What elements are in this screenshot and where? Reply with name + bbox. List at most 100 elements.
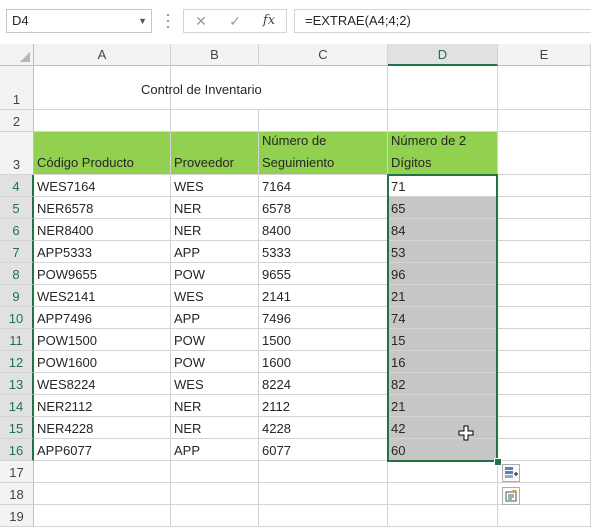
cell-codigo[interactable]: APP5333 [34, 241, 171, 263]
cell-codigo[interactable]: NER4228 [34, 417, 171, 439]
cell-seguimiento[interactable]: 8400 [259, 219, 388, 241]
cell-e[interactable] [498, 395, 591, 417]
cell-codigo[interactable]: NER6578 [34, 197, 171, 219]
cell-e1[interactable] [498, 66, 591, 110]
cell-proveedor[interactable]: WES [171, 373, 259, 395]
cell-e19[interactable] [498, 505, 591, 527]
cell-codigo[interactable]: POW9655 [34, 263, 171, 285]
row-header-8[interactable]: 8 [0, 263, 34, 285]
header-numero-seguimiento[interactable]: Número de Seguimiento [259, 132, 388, 175]
cell-d18[interactable] [388, 483, 498, 505]
cell-a18[interactable] [34, 483, 171, 505]
cell-seguimiento[interactable]: 8224 [259, 373, 388, 395]
cell-c17[interactable] [259, 461, 388, 483]
cell-a2[interactable] [34, 110, 171, 132]
cell-seguimiento[interactable]: 2141 [259, 285, 388, 307]
cell-e[interactable] [498, 329, 591, 351]
cell-b17[interactable] [171, 461, 259, 483]
cell-digitos[interactable]: 84 [388, 219, 498, 241]
row-header-12[interactable]: 12 [0, 351, 34, 373]
cell-e[interactable] [498, 285, 591, 307]
cell-codigo[interactable]: APP6077 [34, 439, 171, 461]
cell-digitos[interactable]: 53 [388, 241, 498, 263]
cancel-icon[interactable]: ✕ [186, 10, 216, 32]
cell-seguimiento[interactable]: 7164 [259, 175, 388, 197]
cell-seguimiento[interactable]: 9655 [259, 263, 388, 285]
cell-proveedor[interactable]: APP [171, 307, 259, 329]
cell-proveedor[interactable]: NER [171, 219, 259, 241]
row-header-10[interactable]: 10 [0, 307, 34, 329]
cell-c2[interactable] [259, 110, 388, 132]
row-header-19[interactable]: 19 [0, 505, 34, 527]
row-header-16[interactable]: 16 [0, 439, 34, 461]
row-header-17[interactable]: 17 [0, 461, 34, 483]
enter-icon[interactable]: ✓ [220, 10, 250, 32]
cell-seguimiento[interactable]: 2112 [259, 395, 388, 417]
cell-digitos[interactable]: 15 [388, 329, 498, 351]
function-icon[interactable]: fx [254, 10, 284, 32]
cell-codigo[interactable]: POW1600 [34, 351, 171, 373]
column-header-a[interactable]: A [34, 44, 171, 66]
header-numero-2-digitos[interactable]: Número de 2 Dígitos [388, 132, 498, 175]
cell-seguimiento[interactable]: 1500 [259, 329, 388, 351]
cell-proveedor[interactable]: POW [171, 329, 259, 351]
cell-e[interactable] [498, 373, 591, 395]
row-header-18[interactable]: 18 [0, 483, 34, 505]
cell-codigo[interactable]: POW1500 [34, 329, 171, 351]
name-box[interactable]: D4 ▼ [6, 9, 152, 33]
cell-codigo[interactable]: NER8400 [34, 219, 171, 241]
cell-digitos[interactable]: 65 [388, 197, 498, 219]
cell-digitos[interactable]: 82 [388, 373, 498, 395]
cell-e[interactable] [498, 241, 591, 263]
cell-seguimiento[interactable]: 4228 [259, 417, 388, 439]
cell-proveedor[interactable]: NER [171, 395, 259, 417]
cell-proveedor[interactable]: NER [171, 417, 259, 439]
row-header-5[interactable]: 5 [0, 197, 34, 219]
cell-seguimiento[interactable]: 1600 [259, 351, 388, 373]
cell-proveedor[interactable]: APP [171, 439, 259, 461]
cell-e[interactable] [498, 439, 591, 461]
cell-e3[interactable] [498, 132, 591, 175]
row-header-14[interactable]: 14 [0, 395, 34, 417]
row-header-3[interactable]: 3 [0, 132, 34, 175]
cell-e[interactable] [498, 175, 591, 197]
cell-digitos[interactable]: 71 [388, 175, 498, 197]
name-box-dropdown-icon[interactable]: ▼ [138, 10, 147, 32]
cell-a19[interactable] [34, 505, 171, 527]
cell-e[interactable] [498, 417, 591, 439]
row-header-11[interactable]: 11 [0, 329, 34, 351]
cell-c1[interactable] [259, 66, 388, 110]
cell-digitos[interactable]: 21 [388, 285, 498, 307]
cell-proveedor[interactable]: WES [171, 175, 259, 197]
formula-bar-grip[interactable] [166, 12, 170, 30]
cell-e[interactable] [498, 219, 591, 241]
column-header-d[interactable]: D [388, 44, 498, 66]
formula-input[interactable]: =EXTRAE(A4;4;2) [294, 9, 591, 33]
column-header-b[interactable]: B [171, 44, 259, 66]
cell-e[interactable] [498, 307, 591, 329]
cell-codigo[interactable]: APP7496 [34, 307, 171, 329]
cell-proveedor[interactable]: NER [171, 197, 259, 219]
row-header-13[interactable]: 13 [0, 373, 34, 395]
cell-e[interactable] [498, 197, 591, 219]
cell-codigo[interactable]: WES7164 [34, 175, 171, 197]
cell-b19[interactable] [171, 505, 259, 527]
cell-codigo[interactable]: WES8224 [34, 373, 171, 395]
cell-d1[interactable] [388, 66, 498, 110]
cell-digitos[interactable]: 74 [388, 307, 498, 329]
row-header-2[interactable]: 2 [0, 110, 34, 132]
cell-codigo[interactable]: NER2112 [34, 395, 171, 417]
row-header-4[interactable]: 4 [0, 175, 34, 197]
cell-seguimiento[interactable]: 6077 [259, 439, 388, 461]
column-header-e[interactable]: E [498, 44, 591, 66]
cell-digitos[interactable]: 60 [388, 439, 498, 461]
cell-seguimiento[interactable]: 6578 [259, 197, 388, 219]
cell-d19[interactable] [388, 505, 498, 527]
cell-proveedor[interactable]: WES [171, 285, 259, 307]
cell-d2[interactable] [388, 110, 498, 132]
fill-handle[interactable] [494, 458, 502, 466]
cell-proveedor[interactable]: APP [171, 241, 259, 263]
cell-proveedor[interactable]: POW [171, 351, 259, 373]
cell-d17[interactable] [388, 461, 498, 483]
cell-proveedor[interactable]: POW [171, 263, 259, 285]
